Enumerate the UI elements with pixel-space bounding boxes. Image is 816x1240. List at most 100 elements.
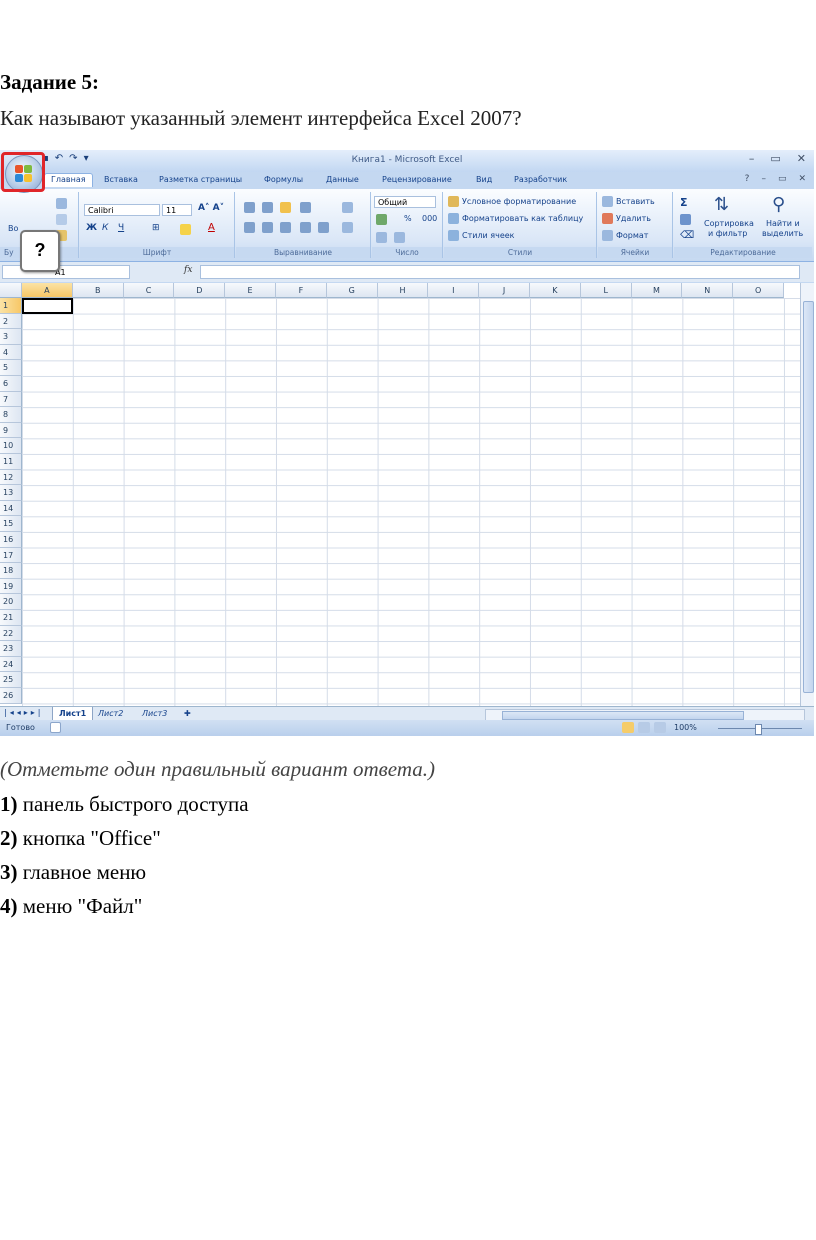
row-header[interactable]: 2 (0, 313, 22, 330)
find-label-1[interactable]: Найти и (766, 219, 800, 228)
insert-button[interactable]: Вставить (616, 197, 655, 206)
page-break-view-icon[interactable] (654, 722, 666, 733)
sheet-tab-2[interactable]: Лист2 (98, 707, 123, 720)
fill-color-icon[interactable] (180, 224, 191, 235)
align-middle-icon[interactable] (262, 202, 273, 213)
answer-option-4[interactable]: 4) меню "Файл" (0, 894, 142, 919)
find-label-2[interactable]: выделить (762, 229, 803, 238)
worksheet-grid[interactable]: ABCDEFGHIJKLMNO 1 2 3 4 5 6 7 8 9 10 11 12 13 14 15 16 1… (0, 283, 800, 706)
column-header[interactable]: N (682, 283, 734, 298)
percent-button[interactable]: % (404, 214, 412, 223)
row-header[interactable]: 19 (0, 578, 22, 595)
row-header[interactable]: 18 (0, 563, 22, 579)
page-layout-view-icon[interactable] (638, 722, 650, 733)
borders-icon[interactable]: ⊞ (152, 223, 160, 233)
column-header[interactable]: B (72, 283, 124, 298)
row-header[interactable]: 13 (0, 485, 22, 501)
column-header[interactable]: E (225, 283, 276, 298)
font-color-icon[interactable]: A (208, 222, 215, 233)
tab-developer[interactable]: Разработчик (514, 175, 567, 184)
row-header[interactable]: 10 (0, 438, 22, 454)
row-header[interactable]: 6 (0, 376, 22, 392)
delete-button[interactable]: Удалить (616, 214, 651, 223)
select-all-corner[interactable] (0, 283, 22, 298)
scroll-thumb[interactable] (803, 301, 814, 693)
sort-label-1[interactable]: Сортировка (704, 219, 754, 228)
column-header[interactable]: F (276, 283, 327, 298)
row-header[interactable]: 1 (0, 298, 22, 314)
wrap-text-icon[interactable] (342, 202, 353, 213)
row-header[interactable]: 25 (0, 672, 22, 688)
normal-view-icon[interactable] (622, 722, 634, 733)
align-top-icon[interactable] (244, 202, 255, 213)
answer-option-3[interactable]: 3) главное меню (0, 860, 146, 885)
autosum-icon[interactable]: Σ (680, 196, 688, 209)
column-header[interactable]: J (479, 283, 530, 298)
insert-sheet-icon[interactable]: ✚ (184, 707, 191, 720)
grow-font-icon[interactable]: A˄ A˅ (198, 203, 224, 213)
row-header[interactable]: 4 (0, 344, 22, 361)
paste-button[interactable]: Во (8, 224, 18, 233)
row-header[interactable]: 21 (0, 610, 22, 626)
increase-decimal-icon[interactable] (376, 232, 387, 243)
sheet-tab-1[interactable]: Лист1 (52, 707, 94, 721)
tab-view[interactable]: Вид (476, 175, 492, 184)
merge-icon[interactable] (342, 222, 353, 233)
number-format-select[interactable]: Общий (374, 196, 436, 208)
row-header[interactable]: 12 (0, 469, 22, 486)
format-as-table-button[interactable]: Форматировать как таблицу (462, 214, 583, 223)
tab-home[interactable]: Главная (44, 173, 93, 187)
clear-icon[interactable]: ⌫ (680, 230, 694, 241)
row-header[interactable]: 23 (0, 641, 22, 657)
indent-icon[interactable] (300, 222, 311, 233)
close-icon[interactable]: ✕ (797, 152, 806, 165)
align-right-icon[interactable] (280, 222, 291, 233)
column-header[interactable]: O (733, 283, 784, 298)
column-header[interactable]: M (631, 283, 683, 298)
sheet-nav-icons[interactable]: |◂◂▸▸| (4, 708, 43, 717)
outdent-icon[interactable] (318, 222, 329, 233)
answer-option-1[interactable]: 1) панель быстрого доступа (0, 792, 249, 817)
row-header[interactable]: 24 (0, 656, 22, 673)
thousands-button[interactable]: 000 (422, 214, 437, 223)
fx-icon[interactable]: fx (184, 265, 192, 275)
underline-icon[interactable]: Ч (118, 223, 124, 233)
row-header[interactable]: 9 (0, 422, 22, 439)
column-header[interactable]: H (377, 283, 429, 298)
column-header[interactable]: I (428, 283, 480, 298)
row-header[interactable]: 20 (0, 594, 22, 610)
answer-option-2[interactable]: 2) кнопка "Office" (0, 826, 161, 851)
align-bottom-icon[interactable] (280, 202, 291, 213)
help-icon[interactable]: ? (745, 174, 750, 184)
tab-page-layout[interactable]: Разметка страницы (159, 175, 242, 184)
row-header[interactable]: 26 (0, 688, 22, 704)
macro-record-icon[interactable] (50, 722, 61, 733)
cells-area[interactable] (22, 298, 800, 706)
row-header[interactable]: 16 (0, 532, 22, 548)
column-header[interactable]: K (530, 283, 581, 298)
formula-input[interactable] (200, 265, 800, 279)
active-cell[interactable] (22, 298, 73, 314)
bold-icon[interactable]: Ж (86, 223, 97, 233)
minimize-icon[interactable]: – (761, 174, 766, 184)
zoom-slider-knob[interactable] (755, 724, 762, 735)
tab-insert[interactable]: Вставка (104, 175, 138, 184)
row-header[interactable]: 7 (0, 391, 22, 408)
row-header[interactable]: 11 (0, 454, 22, 470)
row-header[interactable]: 15 (0, 516, 22, 532)
orientation-icon[interactable] (300, 202, 311, 213)
copy-icon[interactable] (56, 214, 67, 225)
italic-icon[interactable]: К (102, 223, 108, 233)
decrease-decimal-icon[interactable] (394, 232, 405, 243)
format-button[interactable]: Формат (616, 231, 648, 240)
column-header[interactable]: D (174, 283, 226, 298)
row-header[interactable]: 17 (0, 547, 22, 564)
fill-icon[interactable] (680, 214, 691, 225)
currency-icon[interactable] (376, 214, 387, 225)
row-header[interactable]: 8 (0, 407, 22, 423)
conditional-formatting-button[interactable]: Условное форматирование (462, 197, 576, 206)
maximize-icon[interactable]: ▭ (770, 152, 780, 165)
tab-review[interactable]: Рецензирование (382, 175, 452, 184)
column-header[interactable]: A (22, 283, 73, 298)
column-header[interactable]: G (326, 283, 378, 298)
